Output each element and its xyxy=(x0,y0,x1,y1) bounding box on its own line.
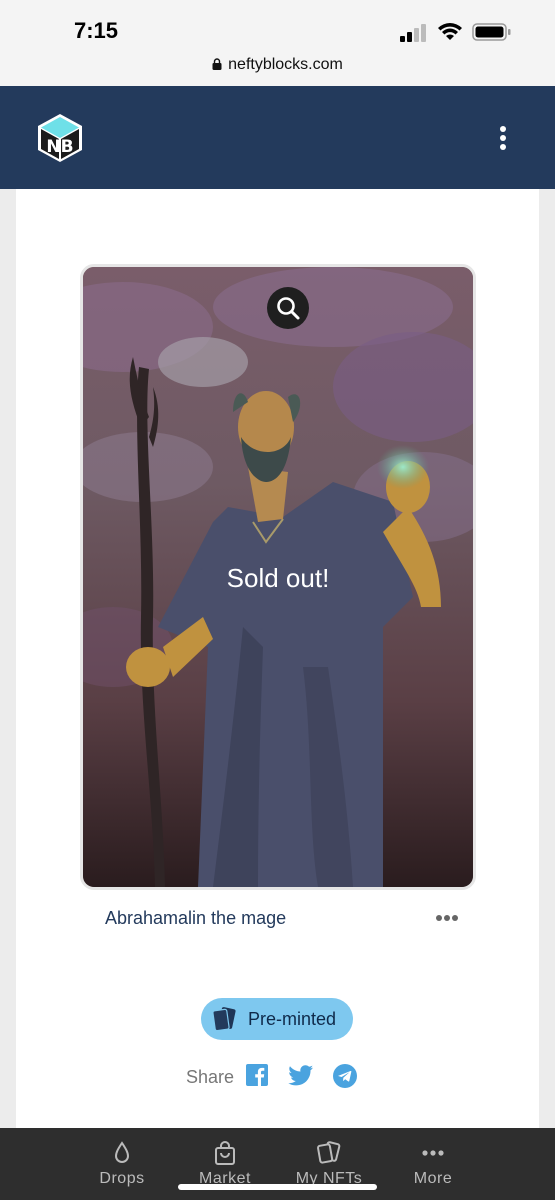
status-bar: 7:15 xyxy=(0,0,555,52)
nav-item-market[interactable]: Market xyxy=(170,1140,280,1188)
nav-item-drops[interactable]: Drops xyxy=(67,1140,177,1188)
nav-label-more: More xyxy=(413,1170,453,1187)
nft-title[interactable]: Abrahamalin the mage xyxy=(105,908,286,929)
pre-minted-label: Pre-minted xyxy=(248,1009,337,1029)
share-label: Share xyxy=(186,1067,235,1087)
zoom-button[interactable] xyxy=(267,287,309,329)
nav-label-drops: Drops xyxy=(99,1170,145,1187)
url-text: neftyblocks.com xyxy=(228,56,343,73)
cellular-signal-icon xyxy=(400,24,426,42)
cards-icon xyxy=(212,1007,236,1032)
wifi-icon xyxy=(438,23,462,40)
shopping-bag-icon xyxy=(215,1141,235,1165)
lock-icon xyxy=(212,58,222,70)
search-icon xyxy=(277,297,300,320)
sold-out-label: Sold out! xyxy=(226,563,330,593)
twitter-icon[interactable] xyxy=(288,1065,314,1087)
drop-icon xyxy=(114,1141,130,1163)
telegram-icon[interactable] xyxy=(333,1064,357,1088)
home-indicator[interactable] xyxy=(178,1184,377,1190)
facebook-icon[interactable] xyxy=(246,1064,268,1086)
more-options-icon[interactable] xyxy=(432,908,462,928)
pre-minted-badge[interactable]: Pre-minted xyxy=(201,998,353,1040)
nav-item-my-nfts[interactable]: My NFTs xyxy=(274,1140,384,1188)
app-header: NB xyxy=(0,86,555,189)
battery-icon xyxy=(472,23,511,41)
nft-card[interactable]: Sold out! xyxy=(80,264,476,890)
status-time: 7:15 xyxy=(74,18,119,43)
browser-url-bar[interactable]: neftyblocks.com xyxy=(0,52,555,86)
neftyblocks-logo[interactable]: NB xyxy=(34,112,86,164)
kebab-menu-icon[interactable] xyxy=(492,124,514,154)
logo-text: NB xyxy=(46,137,73,157)
cards-icon xyxy=(317,1141,341,1164)
more-dots-icon xyxy=(422,1150,444,1156)
nav-item-more[interactable]: More xyxy=(378,1140,488,1188)
